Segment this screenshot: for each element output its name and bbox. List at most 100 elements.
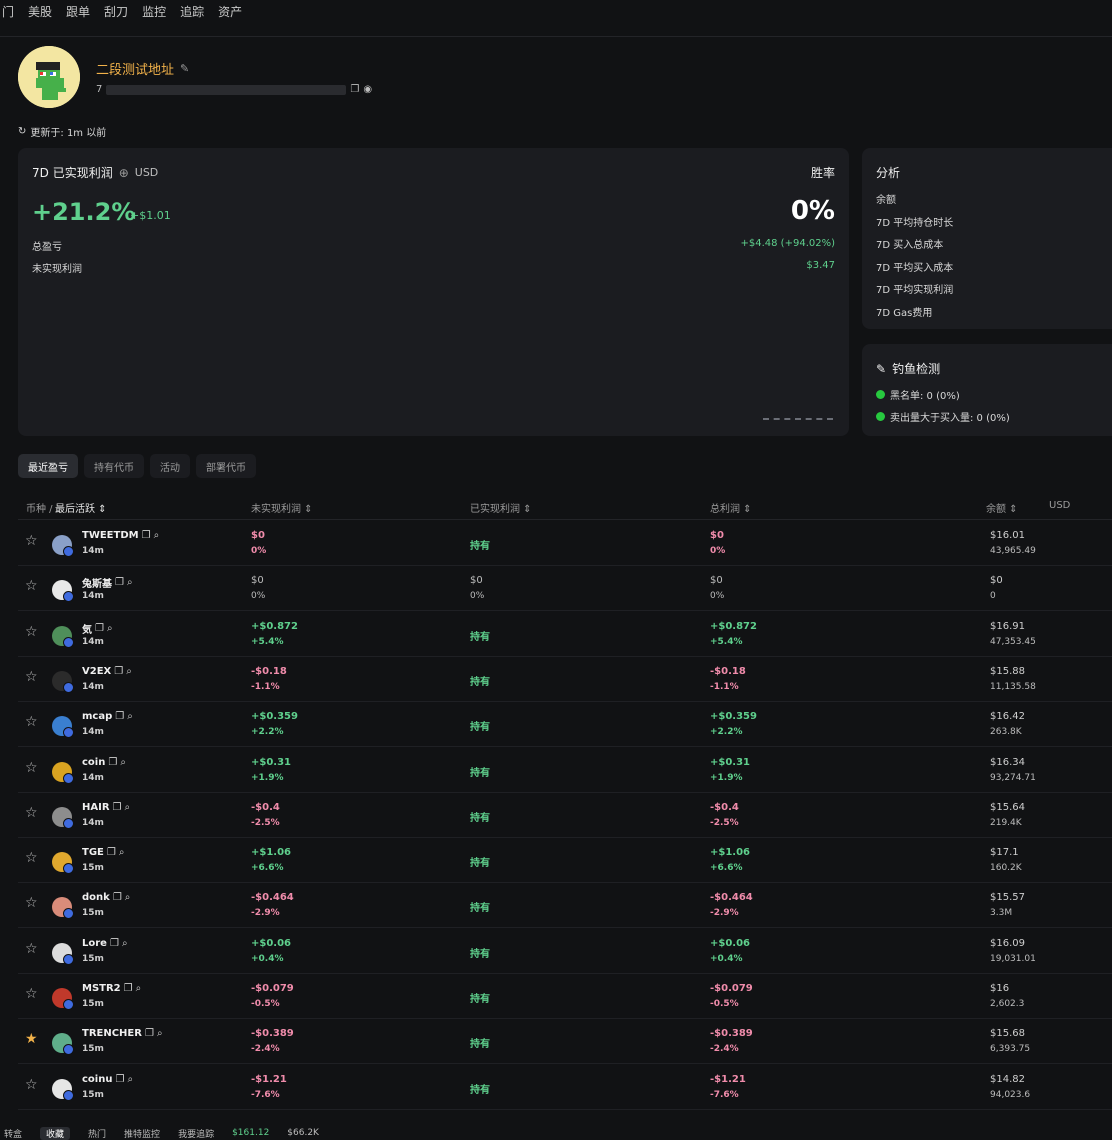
token-name[interactable]: coinu ❐ ⌕ bbox=[82, 1074, 133, 1085]
star-icon[interactable]: ☆ bbox=[25, 625, 39, 639]
table-row[interactable]: ☆ 兔斯基 ❐ ⌕ 14m $0 0% $0 0% $0 0% $0 0 bbox=[18, 566, 1112, 612]
edit-icon[interactable]: ✎ bbox=[180, 62, 189, 75]
table-row[interactable]: ☆ V2EX ❐ ⌕ 14m -$0.18 -1.1% 持有 -$0.18 -1.1% $15.88… bbox=[18, 657, 1112, 702]
nav-item-1[interactable]: 美股 bbox=[28, 3, 52, 20]
token-name[interactable]: V2EX ❐ ⌕ bbox=[82, 666, 132, 677]
realized-value: 持有 bbox=[470, 948, 490, 960]
tab-holdings[interactable]: 持有代币 bbox=[84, 454, 144, 478]
copy-icon[interactable]: ❐ bbox=[115, 711, 124, 722]
nav-item-2[interactable]: 跟单 bbox=[66, 3, 90, 20]
tab-deployed[interactable]: 部署代币 bbox=[196, 454, 256, 478]
token-name[interactable]: MSTR2 ❐ ⌕ bbox=[82, 983, 141, 994]
copy-icon[interactable]: ❐ bbox=[107, 847, 116, 858]
bottom-item-1[interactable]: 收藏 bbox=[40, 1126, 71, 1140]
star-icon[interactable]: ☆ bbox=[25, 1078, 39, 1092]
copy-icon[interactable]: ❐ bbox=[124, 983, 133, 994]
token-name[interactable]: TGE ❐ ⌕ bbox=[82, 847, 124, 858]
refresh-icon[interactable]: ↻ bbox=[18, 126, 26, 137]
star-icon[interactable]: ☆ bbox=[25, 942, 39, 956]
star-icon[interactable]: ☆ bbox=[25, 806, 39, 820]
copy-icon[interactable]: ❐ bbox=[115, 1074, 124, 1085]
copy-icon[interactable]: ❐ bbox=[142, 530, 151, 541]
search-icon[interactable]: ⌕ bbox=[154, 530, 160, 541]
token-name[interactable]: TWEETDM ❐ ⌕ bbox=[82, 530, 159, 541]
copy-icon[interactable]: ❐ bbox=[95, 623, 104, 634]
star-icon[interactable]: ☆ bbox=[25, 670, 39, 684]
search-icon[interactable]: ⌕ bbox=[125, 802, 131, 813]
search-icon[interactable]: ⌕ bbox=[136, 983, 142, 994]
token-name[interactable]: coin ❐ ⌕ bbox=[82, 757, 126, 768]
table-row[interactable]: ☆ donk ❐ ⌕ 15m -$0.464 -2.9% 持有 -$0.464 -2.9% $15.… bbox=[18, 883, 1112, 929]
table-row[interactable]: ☆ Lore ❐ ⌕ 15m +$0.06 +0.4% 持有 +$0.06 +0.4% $16.09… bbox=[18, 929, 1112, 974]
copy-icon[interactable]: ❐ bbox=[113, 892, 122, 903]
search-icon[interactable]: ⌕ bbox=[120, 757, 126, 768]
bottom-item-4[interactable]: 我要追踪 bbox=[178, 1127, 214, 1140]
star-icon[interactable]: ☆ bbox=[25, 579, 39, 593]
bottom-item-3[interactable]: 推特监控 bbox=[124, 1127, 160, 1140]
copy-icon[interactable]: ❐ bbox=[115, 577, 124, 588]
tab-recent-pnl[interactable]: 最近盈亏 bbox=[18, 454, 78, 478]
table-row[interactable]: ☆ TGE ❐ ⌕ 15m +$1.06 +6.6% 持有 +$1.06 +6.6% $17.1 16… bbox=[18, 838, 1112, 884]
currency-switch-icon[interactable]: ⊕ bbox=[119, 166, 129, 180]
total-value: +$0.31 bbox=[710, 756, 751, 768]
analysis-item: 7D Gas费用 bbox=[876, 307, 933, 319]
wallet-name[interactable]: 二段测试地址 ✎ bbox=[96, 59, 189, 78]
star-icon[interactable]: ☆ bbox=[25, 851, 39, 865]
header-unrealized[interactable]: 未实现利润 ⇕ bbox=[251, 500, 313, 515]
copy-icon[interactable]: ❐ bbox=[108, 757, 117, 768]
token-name[interactable]: donk ❐ ⌕ bbox=[82, 892, 130, 903]
nav-item-6[interactable]: 资产 bbox=[218, 3, 242, 20]
table-row[interactable]: ☆ HAIR ❐ ⌕ 14m -$0.4 -2.5% 持有 -$0.4 -2.5% $15.64 21… bbox=[18, 793, 1112, 838]
nav-item-4[interactable]: 监控 bbox=[142, 3, 166, 20]
table-row[interactable]: ☆ mcap ❐ ⌕ 14m +$0.359 +2.2% 持有 +$0.359 +2.2% $16.… bbox=[18, 702, 1112, 748]
token-name[interactable]: 気 ❐ ⌕ bbox=[82, 621, 113, 636]
header-currency[interactable]: USD bbox=[1049, 500, 1070, 511]
search-icon[interactable]: ⌕ bbox=[157, 1028, 163, 1039]
tab-activity[interactable]: 活动 bbox=[150, 454, 190, 478]
copy-icon[interactable]: ❐ bbox=[110, 938, 119, 949]
header-total[interactable]: 总利润 ⇕ bbox=[710, 500, 752, 515]
table-row[interactable]: ☆ MSTR2 ❐ ⌕ 15m -$0.079 -0.5% 持有 -$0.079 -0.5% $16… bbox=[18, 974, 1112, 1019]
search-icon[interactable]: ⌕ bbox=[122, 938, 128, 949]
token-name[interactable]: 兔斯基 ❐ ⌕ bbox=[82, 575, 133, 590]
table-row[interactable]: ☆ coin ❐ ⌕ 14m +$0.31 +1.9% 持有 +$0.31 +1.9% $16.34… bbox=[18, 748, 1112, 793]
search-icon[interactable]: ⌕ bbox=[127, 577, 133, 588]
table-row[interactable]: ★ TRENCHER ❐ ⌕ 15m -$0.389 -2.4% 持有 -$0.389 -2.4%… bbox=[18, 1019, 1112, 1065]
search-icon[interactable]: ⌕ bbox=[126, 666, 132, 677]
nav-item-3[interactable]: 刮刀 bbox=[104, 3, 128, 20]
table-row[interactable]: ☆ 気 ❐ ⌕ 14m +$0.872 +5.4% 持有 +$0.872 +5.4% $16.91 4… bbox=[18, 612, 1112, 657]
pnl-currency[interactable]: USD bbox=[135, 166, 159, 179]
star-icon[interactable]: ☆ bbox=[25, 761, 39, 775]
token-name[interactable]: mcap ❐ ⌕ bbox=[82, 711, 133, 722]
bottom-item-0[interactable]: 转盒 bbox=[4, 1127, 22, 1140]
search-icon[interactable]: ⌕ bbox=[119, 847, 125, 858]
header-last-active[interactable]: 最后活跃 ⇕ bbox=[55, 500, 107, 515]
star-icon[interactable]: ☆ bbox=[25, 715, 39, 729]
star-icon[interactable]: ☆ bbox=[25, 987, 39, 1001]
star-icon[interactable]: ★ bbox=[25, 1032, 39, 1046]
copy-icon[interactable]: ❐ bbox=[145, 1028, 154, 1039]
token-name[interactable]: TRENCHER ❐ ⌕ bbox=[82, 1028, 163, 1039]
copy-icon[interactable]: ❐ bbox=[113, 802, 122, 813]
table-row[interactable]: ☆ TWEETDM ❐ ⌕ 14m $0 0% 持有 $0 0% $16.01 43,965.49 bbox=[18, 521, 1112, 566]
nav-item-5[interactable]: 追踪 bbox=[180, 3, 204, 20]
star-icon[interactable]: ☆ bbox=[25, 534, 39, 548]
search-icon[interactable]: ⌕ bbox=[127, 1074, 133, 1085]
bottom-item-2[interactable]: 热门 bbox=[88, 1127, 106, 1140]
unrealized-pct: +1.9% bbox=[251, 772, 284, 783]
search-icon[interactable]: ⌕ bbox=[127, 711, 133, 722]
copy-icon[interactable]: ❐ bbox=[350, 84, 359, 95]
unrealized-value: +$0.872 bbox=[251, 620, 298, 632]
copy-icon[interactable]: ❐ bbox=[114, 666, 123, 677]
token-name[interactable]: Lore ❐ ⌕ bbox=[82, 938, 128, 949]
qr-icon[interactable]: ◉ bbox=[363, 84, 372, 95]
token-name[interactable]: HAIR ❐ ⌕ bbox=[82, 802, 130, 813]
search-icon[interactable]: ⌕ bbox=[125, 892, 131, 903]
star-icon[interactable]: ☆ bbox=[25, 896, 39, 910]
nav-item-0[interactable]: 门 bbox=[2, 3, 14, 20]
table-row[interactable]: ☆ coinu ❐ ⌕ 15m -$1.21 -7.6% 持有 -$1.21 -7.6% $14.8… bbox=[18, 1065, 1112, 1110]
header-realized[interactable]: 已实现利润 ⇕ bbox=[470, 500, 532, 515]
search-icon[interactable]: ⌕ bbox=[107, 623, 113, 634]
header-balance[interactable]: 余额 ⇕ bbox=[986, 500, 1018, 515]
updated-status[interactable]: ↻ 更新于: 1m 以前 bbox=[18, 124, 106, 139]
